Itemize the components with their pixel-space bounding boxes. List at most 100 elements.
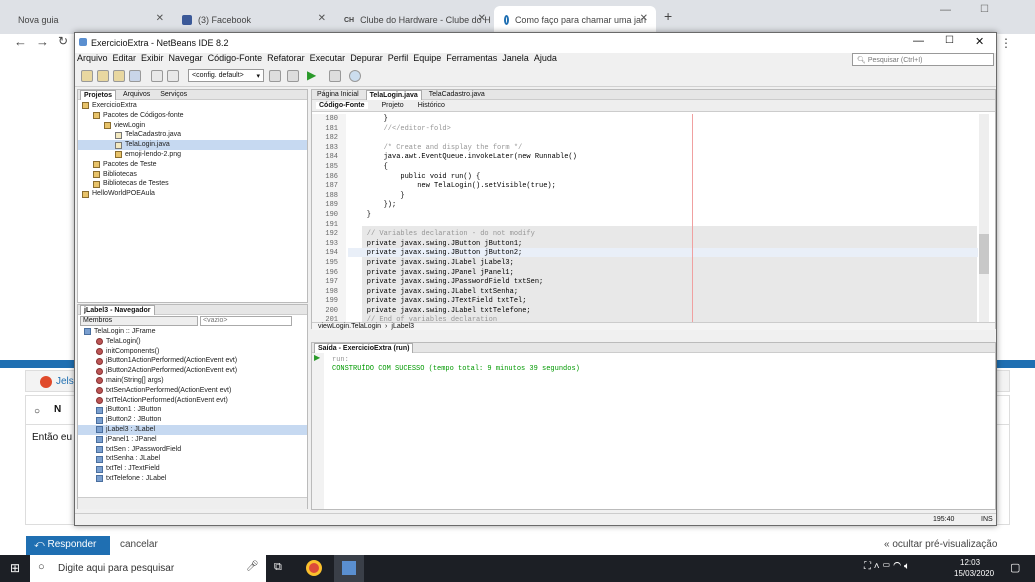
navigator-item[interactable]: TelaLogin() [78,337,307,347]
close-icon[interactable]: ✕ [478,13,486,24]
navigator-item[interactable]: txtTelActionPerformed(ActionEvent evt) [78,396,307,406]
tree-item[interactable]: HelloWorldPOEAula [78,189,307,199]
tree-item[interactable]: viewLogin [78,121,307,131]
code-area[interactable]: } //</editor-fold> /* Create and display… [350,115,577,326]
minimize-icon[interactable]: — [913,35,924,47]
tab-servicos[interactable]: Serviços [157,90,190,100]
menu-janela[interactable]: Janela [502,53,529,66]
tab-codigo-fonte[interactable]: Código-Fonte [316,102,368,109]
navigator-item[interactable]: txtSenha : JLabel [78,454,307,464]
browser-tab[interactable]: (3) Facebook ✕ [172,6,334,34]
redo-icon[interactable] [167,70,179,82]
output-title[interactable]: Saída - ExercicioExtra (run) [314,342,414,353]
menu-icon[interactable]: ⋮ [1000,36,1012,50]
run-icon[interactable]: ▶ [307,68,316,82]
notifications-icon[interactable]: ▢ [1010,561,1020,574]
build-icon[interactable] [269,70,281,82]
back-icon[interactable]: ← [14,34,27,49]
author-name[interactable]: Jels [56,376,74,387]
menu-ajuda[interactable]: Ajuda [534,53,557,66]
navigator-item[interactable]: jButton2 : JButton [78,415,307,425]
tab-projeto[interactable]: Projeto [382,102,404,109]
navigator-item[interactable]: jButton1 : JButton [78,405,307,415]
members-select[interactable]: Membros [80,316,198,326]
rerun-icon[interactable]: ▶ [312,353,324,362]
maximize-icon[interactable]: ☐ [945,35,954,46]
debug-icon[interactable] [329,70,341,82]
tree-item[interactable]: ExercicioExtra [78,101,307,111]
tab-telacadastro[interactable]: TelaCadastro.java [426,90,488,100]
menu-equipe[interactable]: Equipe [413,53,441,66]
navigator-item[interactable]: jButton2ActionPerformed(ActionEvent evt) [78,366,307,376]
windows-icon[interactable]: ⊞ [10,561,20,575]
close-icon[interactable]: ✕ [156,13,164,24]
close-icon[interactable]: ✕ [640,13,648,24]
undo-icon[interactable] [151,70,163,82]
browser-tab[interactable]: Nova guia ✕ [8,6,172,34]
menu-codigo-fonte[interactable]: Código-Fonte [208,53,263,66]
menu-exibir[interactable]: Exibir [141,53,164,66]
menu-depurar[interactable]: Depurar [350,53,383,66]
menu-perfil[interactable]: Perfil [388,53,409,66]
navigator-item[interactable]: initComponents() [78,347,307,357]
scrollbar[interactable] [979,114,989,324]
new-file-icon[interactable] [81,70,93,82]
close-icon[interactable]: ✕ [975,35,984,48]
open-project-icon[interactable] [113,70,125,82]
navigator-item[interactable]: txtTel : JTextField [78,464,307,474]
cancel-link[interactable]: cancelar [120,539,158,550]
tab-pagina-inicial[interactable]: Página Inicial [314,90,362,100]
profile-icon[interactable] [349,70,361,82]
breadcrumb-class[interactable]: viewLogin.TelaLogin [318,323,381,330]
navigator-item[interactable]: jPanel1 : JPanel [78,435,307,445]
navigator-item[interactable]: txtSenActionPerformed(ActionEvent evt) [78,386,307,396]
reload-icon[interactable]: ↻ [58,34,68,48]
clean-build-icon[interactable] [287,70,299,82]
tab-projetos[interactable]: Projetos [80,89,117,100]
forward-icon[interactable]: → [36,34,49,49]
taskbar-search[interactable]: ○ Digite aqui para pesquisar 🎤︎ [30,555,266,582]
search-input[interactable]: 🔍︎ Pesquisar (Ctrl+I) [852,53,994,66]
tree-item[interactable]: Pacotes de Códigos-fonte [78,111,307,121]
clock-date[interactable]: 15/03/2020 [954,569,994,578]
navigator-title[interactable]: jLabel3 - Navegador [80,304,155,315]
chrome-icon[interactable] [306,560,322,576]
tree-item[interactable]: TelaCadastro.java [78,130,307,140]
navigator-item[interactable]: txtTelefone : JLabel [78,474,307,484]
browser-tab[interactable]: CH Clube do Hardware - Clube do H ✕ [334,6,494,34]
maximize-icon[interactable]: ☐ [980,4,989,15]
close-icon[interactable]: ✕ [318,13,326,24]
save-all-icon[interactable] [129,70,141,82]
navigator-item[interactable]: TelaLogin :: JFrame [78,327,307,337]
tree-item[interactable]: Pacotes de Teste [78,160,307,170]
tree-item[interactable]: Bibliotecas [78,170,307,180]
filter-select[interactable]: <vazio> [200,316,292,326]
tree-item[interactable]: emoji-lendo-2.png [78,150,307,160]
tab-arquivos[interactable]: Arquivos [120,90,153,100]
config-select[interactable]: <config. default> ▾ [188,69,264,82]
clock-time[interactable]: 12:03 [960,558,980,567]
scroll-thumb[interactable] [979,234,989,274]
draft-text[interactable]: Então eu [32,432,72,443]
navigator-item[interactable]: main(String[] args) [78,376,307,386]
navigator-item[interactable]: jButton1ActionPerformed(ActionEvent evt) [78,356,307,366]
new-tab-button[interactable]: + [664,8,672,24]
tab-historico[interactable]: Histórico [418,102,445,109]
tree-item[interactable]: TelaLogin.java [78,140,307,150]
microphone-icon[interactable]: 🎤︎ [246,561,259,572]
tree-item[interactable]: Bibliotecas de Testes [78,179,307,189]
browser-tab-active[interactable]: Como faço para chamar uma jan ✕ [494,6,656,34]
menu-navegar[interactable]: Navegar [169,53,203,66]
breadcrumb-member[interactable]: jLabel3 [391,323,414,330]
menu-ferramentas[interactable]: Ferramentas [446,53,497,66]
menu-executar[interactable]: Executar [310,53,346,66]
menu-editar[interactable]: Editar [113,53,137,66]
new-project-icon[interactable] [97,70,109,82]
minimize-icon[interactable]: — [940,4,951,16]
tab-telalogin[interactable]: TelaLogin.java [365,89,422,100]
navigator-item[interactable]: txtSen : JPasswordField [78,445,307,455]
navigator-item[interactable]: jLabel3 : JLabel [78,424,307,435]
tray-icons[interactable]: ⛶ ˄ ▭ ◠ 🔈︎ [864,561,910,572]
netbeans-taskbar-button[interactable] [334,555,364,582]
menu-refatorar[interactable]: Refatorar [267,53,305,66]
